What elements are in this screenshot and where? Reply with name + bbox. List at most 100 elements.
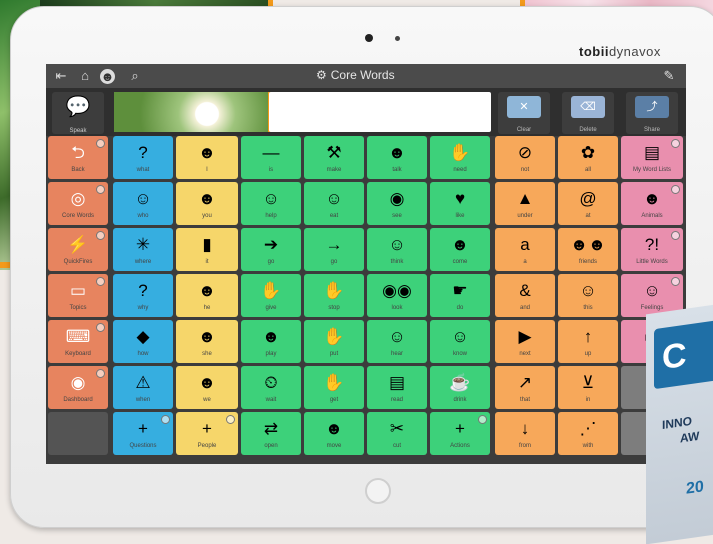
tile-label: My Word Lists [633,167,671,173]
word-button-she[interactable]: ☻ she [176,320,238,363]
word-button-actions[interactable]: + Actions [430,412,490,455]
word-button-get[interactable]: ✋ get [304,366,364,409]
word-button-make[interactable]: ⚒ make [304,136,364,179]
share-icon: ⤴ [635,96,669,118]
tile-label: move [326,443,342,449]
tile-label: up [584,351,592,357]
clear-button[interactable]: ✕ Clear [498,92,550,134]
word-button-i[interactable]: ☻ I [176,136,238,179]
word-button-at[interactable]: @ at [558,182,618,225]
word-button-think[interactable]: ☺ think [367,228,427,271]
folder-button-animals[interactable]: ☻ Animals [621,182,683,225]
word-button-all[interactable]: ✿ all [558,136,618,179]
word-button-how[interactable]: ◆ how [113,320,173,363]
word-button-stop[interactable]: ✋ stop [304,274,364,317]
word-button-help[interactable]: ☺ help [241,182,301,225]
exit-icon[interactable]: ⇤ [52,67,70,85]
folder-indicator-icon [671,231,680,240]
folder-indicator-icon [96,323,105,332]
tile-label: Dashboard [63,397,93,403]
word-button-friends[interactable]: ☻☻ friends [558,228,618,271]
word-button-why[interactable]: ? why [113,274,173,317]
message-window[interactable] [269,92,491,132]
word-grid: ⮌ Back ◎ Core Words ⚡ QuickFires ▭ Topics ⌨ Keybo… [46,136,686,464]
word-button-wait[interactable]: ⏲ wait [241,366,301,409]
word-button-read[interactable]: ▤ read [367,366,427,409]
word-button-people[interactable]: + People [176,412,238,455]
nav-button-back[interactable]: ⮌ Back [48,136,108,179]
word-button-go[interactable]: → go [304,228,364,271]
word-button-this[interactable]: ☺ this [558,274,618,317]
word-button-drink[interactable]: ☕ drink [430,366,490,409]
word-button-is[interactable]: — is [241,136,301,179]
nav-button-dashboard[interactable]: ◉ Dashboard [48,366,108,409]
edit-off-icon[interactable]: ✎ [660,67,678,85]
point-icon: ↗ [517,373,533,392]
tile-label: under [517,213,533,219]
word-button-look[interactable]: ◉◉ look [367,274,427,317]
word-button-open[interactable]: ⇄ open [241,412,301,455]
word-button-in[interactable]: ⊻ in [558,366,618,409]
word-button-like[interactable]: ♥ like [430,182,490,225]
word-button-a[interactable]: aa [495,228,555,271]
search-icon[interactable]: ⌕ [126,67,144,85]
word-button-eat[interactable]: ☺ eat [304,182,364,225]
tile-label: and [519,305,530,311]
tile-label: look [391,305,403,311]
word-button-you[interactable]: ☻ you [176,182,238,225]
word-button-it[interactable]: ▮ it [176,228,238,271]
word-button-we[interactable]: ☻ we [176,366,238,409]
word-button-put[interactable]: ✋ put [304,320,364,363]
tile-label: like [455,213,465,219]
word-button-questions[interactable]: + Questions [113,412,173,455]
word-button-talk[interactable]: ☻ talk [367,136,427,179]
nav-button-quickfires[interactable]: ⚡ QuickFires [48,228,108,271]
word-button-come[interactable]: ☻ come [430,228,490,271]
word-button-when[interactable]: ⚠ when [113,366,173,409]
tile-label: know [452,351,467,357]
word-button-know[interactable]: ☺ know [430,320,490,363]
word-button-hear[interactable]: ☺ hear [367,320,427,363]
group-icon: ☻ [198,373,216,392]
home-icon[interactable]: ⌂ [76,67,94,85]
home-button[interactable] [365,478,391,504]
word-button-go[interactable]: ➔ go [241,228,301,271]
clear-icon: ✕ [507,96,541,118]
empty-cell[interactable] [48,412,108,455]
word-button-with[interactable]: ⋰ with [558,412,618,455]
profile-icon[interactable]: ☻ [100,69,115,84]
word-button-move[interactable]: ☻ move [304,412,364,455]
word-button-give[interactable]: ✋ give [241,274,301,317]
word-button-see[interactable]: ◉ see [367,182,427,225]
word-button-that[interactable]: ↗ that [495,366,555,409]
tile-label: in [585,397,591,403]
think-icon: ☺ [388,235,406,254]
word-button-do[interactable]: ☛ do [430,274,490,317]
word-button-who[interactable]: ☺ who [113,182,173,225]
word-button-from[interactable]: ↓ from [495,412,555,455]
word-button-up[interactable]: ↑ up [558,320,618,363]
tile-label: open [264,443,278,449]
folder-button-little-words[interactable]: ?! Little Words [621,228,683,271]
word-button-need[interactable]: ✋ need [430,136,490,179]
word-button-under[interactable]: ▲ under [495,182,555,225]
person-icon: ☻ [198,281,216,300]
nav-button-core-words[interactable]: ◎ Core Words [48,182,108,225]
word-button-not[interactable]: ⊘ not [495,136,555,179]
tile-label: drink [453,397,467,403]
settings-icon[interactable]: ⚙ [316,68,327,82]
word-button-play[interactable]: ☻ play [241,320,301,363]
speak-button[interactable]: 💬 Speak [52,92,104,134]
word-button-he[interactable]: ☻ he [176,274,238,317]
share-button[interactable]: ⤴ Share [626,92,678,134]
nav-button-keyboard[interactable]: ⌨ Keyboard [48,320,108,363]
word-button-cut[interactable]: ✂ cut [367,412,427,455]
word-button-what[interactable]: ? what [113,136,173,179]
word-button-and[interactable]: & and [495,274,555,317]
eat-icon: ☺ [325,189,343,208]
delete-button[interactable]: ⌫ Delete [562,92,614,134]
folder-button-my-word-lists[interactable]: ▤ My Word Lists [621,136,683,179]
nav-button-topics[interactable]: ▭ Topics [48,274,108,317]
word-button-where[interactable]: ✳ where [113,228,173,271]
word-button-next[interactable]: ▶ next [495,320,555,363]
